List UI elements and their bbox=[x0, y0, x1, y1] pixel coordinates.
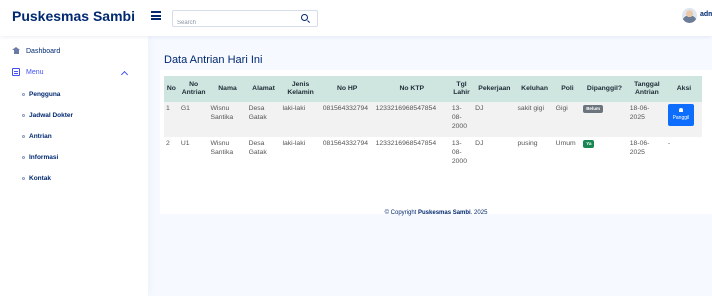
table-header-row: No No Antrian Nama Alamat Jenis Kelamin … bbox=[164, 76, 702, 102]
footer-prefix: © Copyright bbox=[384, 210, 419, 216]
status-badge: Belum bbox=[583, 105, 603, 113]
cell-aksi: - bbox=[665, 137, 702, 173]
table-row: 1 G1 Wisnu Santika Desa Gatak laki-laki … bbox=[164, 102, 702, 137]
circle-icon bbox=[22, 93, 25, 96]
column-header: Tanggal Antrian bbox=[627, 76, 666, 102]
panggil-label: Panggil bbox=[672, 114, 690, 121]
circle-icon bbox=[22, 114, 25, 117]
search-input[interactable] bbox=[173, 15, 293, 31]
cell-dipanggil: Ya bbox=[581, 137, 628, 173]
sidebar-item-label: Antrian bbox=[29, 133, 52, 140]
cell-alamat: Desa Gatak bbox=[246, 137, 281, 173]
cell-antrian: U1 bbox=[178, 137, 209, 173]
search-icon[interactable] bbox=[301, 14, 308, 21]
column-header: Nama bbox=[208, 76, 247, 102]
column-header: No KTP bbox=[373, 76, 450, 102]
cell-jenis-kelamin: laki-laki bbox=[280, 102, 321, 137]
cell-no-ktp: 1233216968547854 bbox=[373, 102, 450, 137]
sidebar-item-pengguna[interactable]: Pengguna bbox=[22, 91, 60, 98]
cell-jenis-kelamin: laki-laki bbox=[280, 137, 321, 173]
column-header: No bbox=[164, 76, 179, 102]
footer-brand: Puskesmas Sambi bbox=[418, 210, 471, 216]
column-header: Pekerjaan bbox=[473, 76, 516, 102]
sidebar-item-label: Kontak bbox=[29, 175, 52, 182]
circle-icon bbox=[22, 177, 25, 180]
cell-tanggal: 18-06-2025 bbox=[627, 137, 666, 173]
column-header: Alamat bbox=[246, 76, 281, 102]
sidebar-item-label: Informasi bbox=[29, 154, 59, 161]
cell-keluhan: sakit gigi bbox=[515, 102, 554, 137]
column-header: Aksi bbox=[665, 76, 702, 102]
column-header: Poli bbox=[553, 76, 582, 102]
table-row: 2 U1 Wisnu Santika Desa Gatak laki-laki … bbox=[164, 137, 702, 173]
cell-tanggal: 18-06-2025 bbox=[627, 102, 666, 137]
sidebar-item-label: Dashboard bbox=[26, 47, 61, 55]
cell-no: 1 bbox=[164, 102, 179, 137]
cell-antrian: G1 bbox=[178, 102, 209, 137]
user-name[interactable]: admi bbox=[700, 11, 712, 18]
cell-poli: Gigi bbox=[553, 102, 582, 137]
page-title: Data Antrian Hari Ini bbox=[164, 54, 263, 66]
sidebar-item-antrian[interactable]: Antrian bbox=[22, 133, 52, 140]
cell-pekerjaan: DJ bbox=[473, 137, 516, 173]
column-header: Tgl Lahir bbox=[449, 76, 474, 102]
status-badge: Ya bbox=[583, 140, 595, 148]
sidebar-item-label: Jadwal Dokter bbox=[29, 112, 74, 119]
column-header: No Antrian bbox=[178, 76, 209, 102]
column-header: Jenis Kelamin bbox=[280, 76, 321, 102]
cell-no-hp: 081564332794 bbox=[320, 102, 374, 137]
queue-table: No No Antrian Nama Alamat Jenis Kelamin … bbox=[164, 76, 702, 173]
sidebar-item-dashboard[interactable]: Dashboard bbox=[12, 47, 60, 55]
cell-no: 2 bbox=[164, 137, 179, 173]
cell-no-ktp: 1233216968547854 bbox=[373, 137, 450, 173]
search-bar bbox=[172, 10, 318, 31]
cell-tgl-lahir: 13-08-2000 bbox=[449, 137, 474, 173]
panggil-button[interactable]: Panggil bbox=[667, 104, 694, 126]
footer: © Copyright Puskesmas Sambi. 2025 bbox=[160, 210, 712, 216]
sidebar-item-informasi[interactable]: Informasi bbox=[22, 154, 58, 161]
column-header: Keluhan bbox=[515, 76, 554, 102]
cell-no-hp: 081564332794 bbox=[320, 137, 374, 173]
sidebar-item-jadwal-dokter[interactable]: Jadwal Dokter bbox=[22, 112, 73, 119]
sidebar-item-label: Pengguna bbox=[29, 91, 61, 98]
toggle-sidebar-icon[interactable] bbox=[151, 11, 161, 20]
sidebar-item-kontak[interactable]: Kontak bbox=[22, 175, 51, 182]
top-header: Puskesmas Sambi admi bbox=[0, 0, 712, 36]
avatar[interactable] bbox=[682, 8, 697, 23]
sidebar-item-label: Menu bbox=[26, 68, 44, 76]
cell-alamat: Desa Gatak bbox=[246, 102, 281, 137]
cell-tgl-lahir: 13-08-2000 bbox=[449, 102, 474, 137]
bell-icon bbox=[678, 107, 683, 112]
circle-icon bbox=[22, 156, 25, 159]
queue-card: No No Antrian Nama Alamat Jenis Kelamin … bbox=[160, 70, 712, 214]
cell-poli: Umum bbox=[553, 137, 582, 173]
cell-pekerjaan: DJ bbox=[473, 102, 516, 137]
circle-icon bbox=[22, 135, 25, 138]
sidebar-item-menu[interactable]: Menu bbox=[12, 68, 44, 76]
menu-grid-icon bbox=[12, 68, 20, 76]
cell-nama: Wisnu Santika bbox=[208, 137, 247, 173]
column-header: No HP bbox=[320, 76, 374, 102]
cell-nama: Wisnu Santika bbox=[208, 102, 247, 137]
brand-logo[interactable]: Puskesmas Sambi bbox=[12, 8, 135, 24]
house-icon bbox=[12, 47, 20, 55]
cell-keluhan: pusing bbox=[515, 137, 554, 173]
cell-dipanggil: Belum bbox=[581, 102, 628, 137]
column-header: Dipanggil? bbox=[581, 76, 628, 102]
cell-aksi: Panggil bbox=[665, 102, 702, 137]
footer-suffix: . 2025 bbox=[470, 210, 488, 216]
